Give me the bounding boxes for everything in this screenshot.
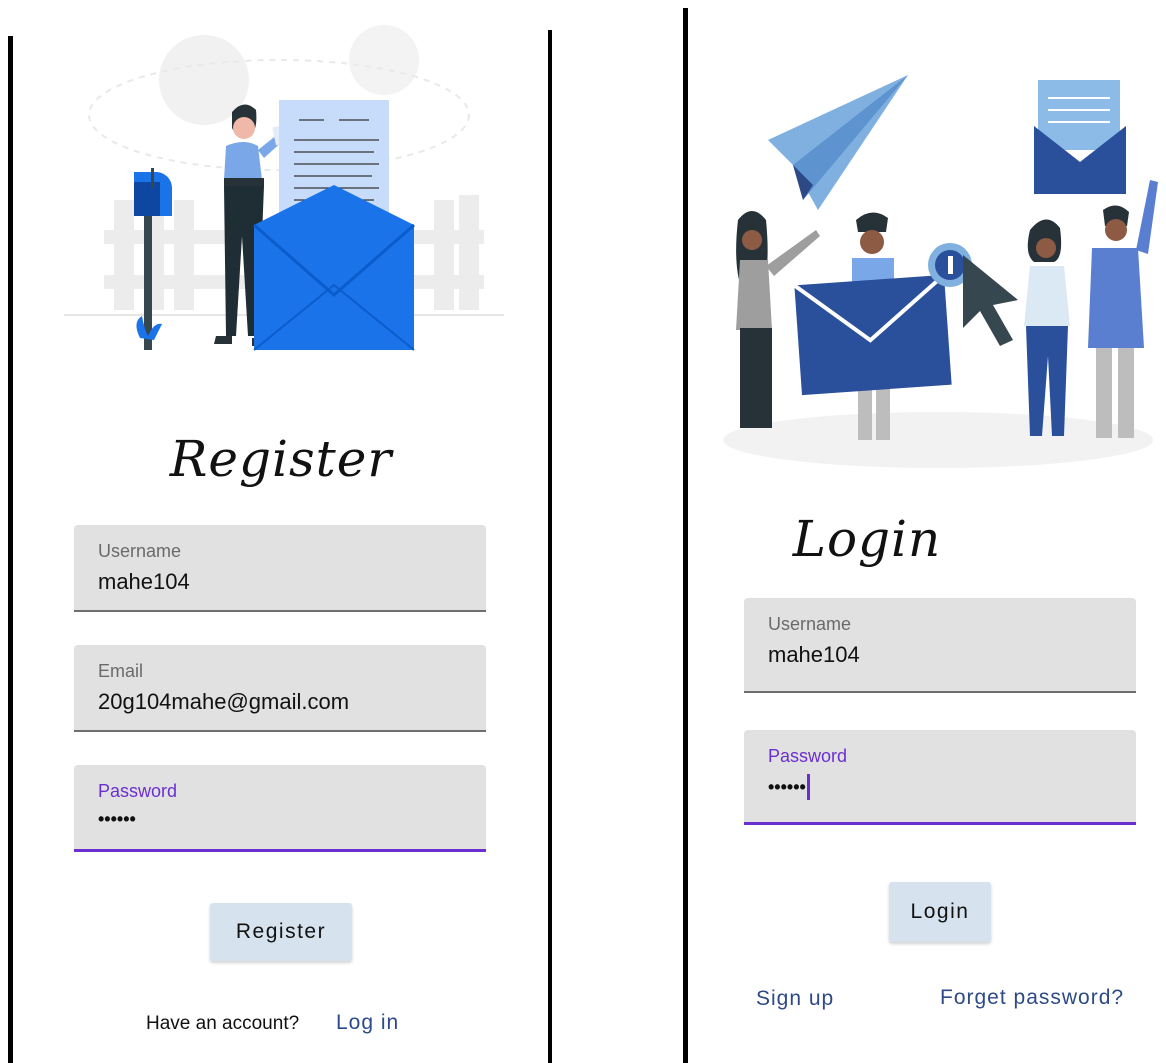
forgot-password-link[interactable]: Forget password? [940,986,1124,1010]
register-password-label: Password [98,781,178,801]
login-screen: Login Username mahe104 Password •••••• L… [688,0,1166,1063]
login-title: Login [792,510,942,568]
have-account-text: Have an account? [146,1013,300,1034]
login-username-value: mahe104 [768,642,860,667]
login-password-label: Password [768,746,848,766]
login-username-field[interactable]: Username mahe104 [744,598,1136,693]
woman-mailbox-envelope-illustration [64,25,504,351]
signup-link[interactable]: Sign up [756,987,834,1011]
login-username-label: Username [768,614,852,634]
register-username-label: Username [98,541,182,561]
people-envelopes-paper-plane-illustration [723,75,1158,468]
register-password-value: •••••• [98,809,136,829]
login-button[interactable]: Login [889,882,991,942]
register-title: Register [169,430,393,488]
left-border-line [8,36,13,1063]
register-button[interactable]: Register [210,903,352,961]
register-username-field[interactable]: Username mahe104 [74,525,486,612]
login-password-value: •••••• [768,774,810,800]
register-email-value: 20g104mahe@gmail.com [98,689,350,714]
text-cursor [806,774,810,800]
register-email-field[interactable]: Email 20g104mahe@gmail.com [74,645,486,732]
register-password-field[interactable]: Password •••••• [74,765,486,852]
login-password-field[interactable]: Password •••••• [744,730,1136,825]
login-link[interactable]: Log in [336,1011,399,1035]
register-username-value: mahe104 [98,569,190,594]
login-password-dots: •••••• [768,776,806,797]
register-email-label: Email [98,661,144,681]
register-screen: Register Username mahe104 Email 20g104ma… [14,0,548,1063]
